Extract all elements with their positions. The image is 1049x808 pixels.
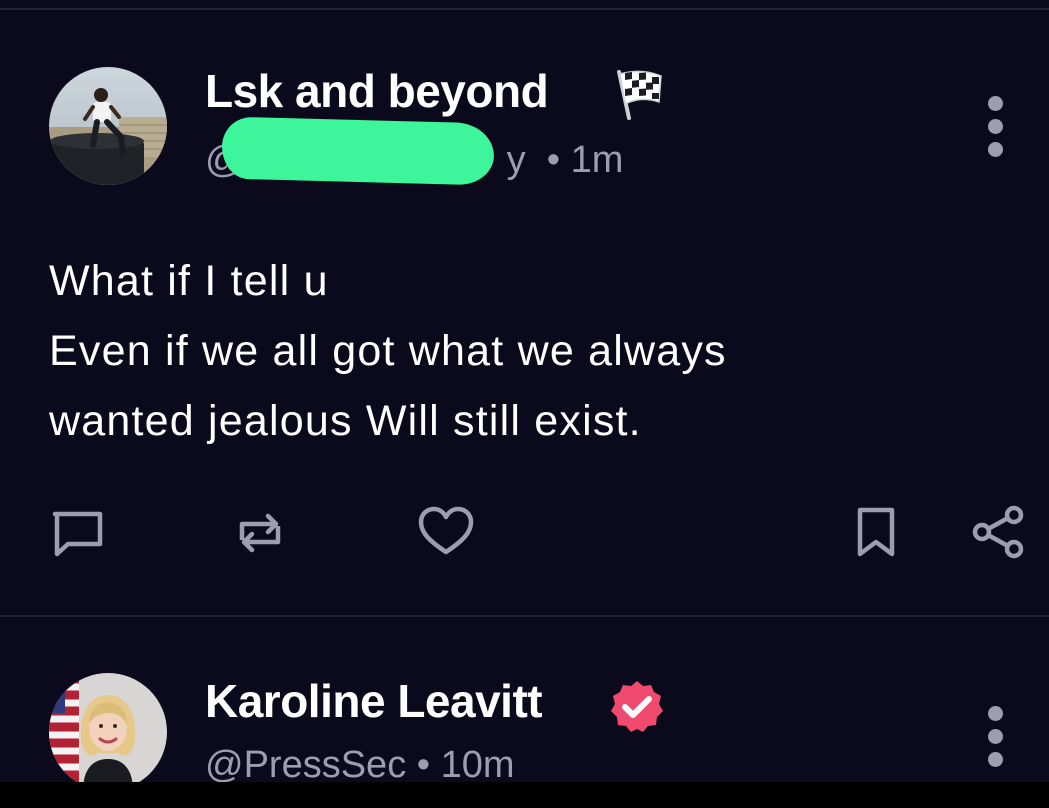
post-text-line: Even if we all got what we always <box>49 327 727 375</box>
more-options-button[interactable] <box>982 96 1010 160</box>
display-name[interactable]: Karoline Leavitt <box>205 674 543 728</box>
bookmark-button[interactable] <box>846 502 906 562</box>
separator-dot: • <box>536 139 571 181</box>
reply-icon <box>52 511 103 557</box>
verified-badge-icon <box>608 678 666 736</box>
checkered-flag-icon <box>611 66 667 122</box>
bottom-bar <box>0 782 1049 808</box>
post-time: 1m <box>570 139 624 181</box>
heart-icon <box>418 506 474 555</box>
post-text-line: wanted jealous Will still exist. <box>49 397 642 445</box>
avatar[interactable] <box>49 673 167 791</box>
reply-button[interactable] <box>48 502 108 562</box>
avatar[interactable] <box>49 67 167 185</box>
post-card[interactable]: Karoline Leavitt @PressSec • 10m <box>0 618 1049 791</box>
more-options-button[interactable] <box>982 706 1010 770</box>
post-divider <box>0 615 1049 617</box>
repost-button[interactable] <box>230 502 290 562</box>
redaction-mark <box>221 116 495 186</box>
post-time: 10m <box>440 744 515 786</box>
share-icon <box>972 505 1024 559</box>
handle-suffix: y <box>506 139 526 181</box>
share-button[interactable] <box>968 502 1028 562</box>
post-text-line: What if I tell u <box>49 257 329 305</box>
repost-icon <box>239 513 281 553</box>
handle: @PressSec <box>205 744 407 786</box>
bookmark-icon <box>857 507 895 557</box>
like-button[interactable] <box>416 502 476 562</box>
post-card[interactable]: Lsk and beyond @y • 1m What if I tell u … <box>0 0 1049 616</box>
display-name[interactable]: Lsk and beyond <box>205 64 549 118</box>
handle-line[interactable]: @PressSec • 10m <box>205 744 515 787</box>
post-text: What if I tell u Even if we all got what… <box>49 246 949 456</box>
separator-dot: • <box>406 744 441 786</box>
